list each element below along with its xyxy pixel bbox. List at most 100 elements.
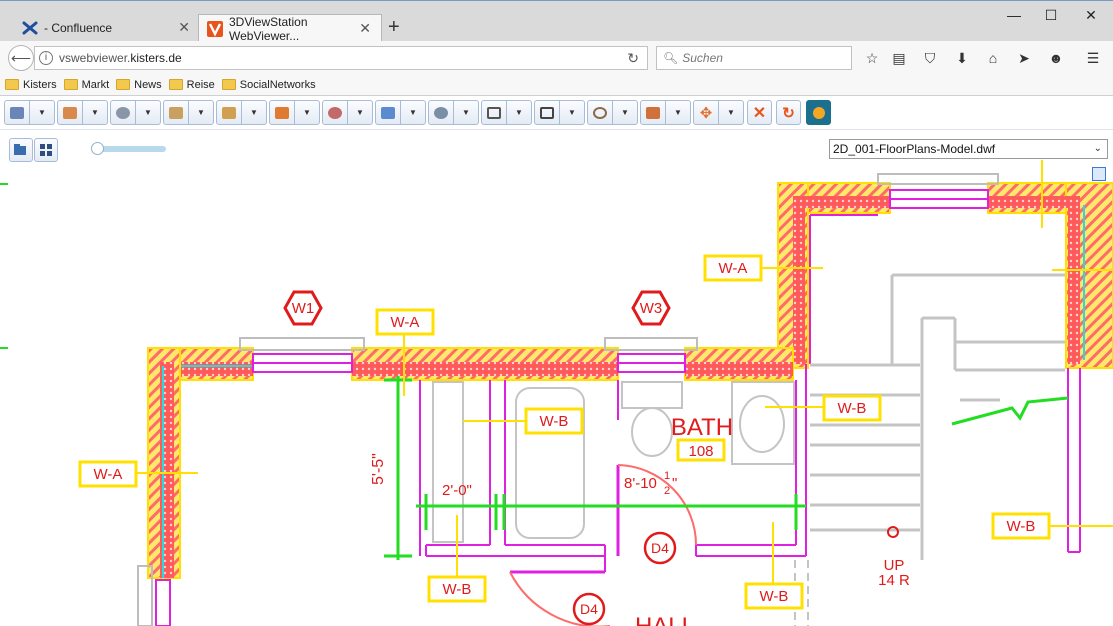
model-tree-icon[interactable] bbox=[58, 101, 83, 124]
transform-tool-group[interactable]: ▼ bbox=[322, 100, 373, 125]
info-icon[interactable]: i bbox=[39, 51, 53, 65]
dropdown-arrow-icon[interactable]: ▼ bbox=[348, 101, 372, 124]
transparency-slider[interactable] bbox=[96, 146, 166, 152]
axis-icon[interactable] bbox=[376, 101, 401, 124]
send-icon[interactable]: ➤ bbox=[1015, 49, 1033, 67]
new-tab-button[interactable]: + bbox=[388, 17, 400, 37]
download-icon[interactable]: ⬇ bbox=[953, 49, 971, 67]
file-select[interactable]: 2D_001-FloorPlans-Model.dwf ⌄ bbox=[829, 139, 1108, 159]
confluence-icon bbox=[22, 20, 38, 36]
render-mode-icon[interactable] bbox=[535, 101, 560, 124]
navigation-bar: ⟵ i vswebviewer. kisters.de ↻ 🔍︎ Suchen ☆… bbox=[0, 41, 1113, 74]
transform-icon[interactable] bbox=[323, 101, 348, 124]
material-tool-group[interactable]: ▼ bbox=[640, 100, 691, 125]
menu-icon[interactable]: ☰ bbox=[1084, 49, 1102, 67]
move-icon[interactable]: ✥ bbox=[694, 101, 719, 124]
bookmark-label: Markt bbox=[81, 78, 110, 91]
dropdown-arrow-icon[interactable]: ▼ bbox=[560, 101, 584, 124]
emoji-icon[interactable]: ☻ bbox=[1047, 49, 1065, 67]
bookmark-socialnetworks[interactable]: SocialNetworks bbox=[221, 78, 316, 91]
axis-tool-group[interactable]: ▼ bbox=[375, 100, 426, 125]
svg-text:2: 2 bbox=[664, 485, 670, 497]
section-icon[interactable] bbox=[270, 101, 295, 124]
measure-tool-group[interactable]: ▼ bbox=[216, 100, 267, 125]
camera-tool-group[interactable]: ▼ bbox=[110, 100, 161, 125]
label-wb1: W-B bbox=[540, 413, 569, 430]
bookmark-label: Reise bbox=[186, 78, 215, 91]
zoom-icon[interactable] bbox=[429, 101, 454, 124]
dropdown-arrow-icon[interactable]: ▼ bbox=[401, 101, 425, 124]
measure-icon[interactable] bbox=[217, 101, 242, 124]
dropdown-arrow-icon[interactable]: ▼ bbox=[242, 101, 266, 124]
grid-view-button[interactable] bbox=[34, 138, 58, 162]
markup-icon[interactable] bbox=[588, 101, 613, 124]
dropdown-arrow-icon[interactable]: ▼ bbox=[136, 101, 160, 124]
bookmark-kisters[interactable]: Kisters bbox=[5, 79, 57, 91]
dropdown-arrow-icon[interactable]: ▼ bbox=[666, 101, 690, 124]
bookmark-star-icon[interactable]: ☆ bbox=[863, 49, 881, 67]
dropdown-arrow-icon[interactable]: ▼ bbox=[507, 101, 531, 124]
reload-icon[interactable]: ↻ bbox=[627, 50, 639, 67]
reset-icon[interactable]: ↻ bbox=[776, 100, 801, 125]
markup-tool-group[interactable]: ▼ bbox=[587, 100, 638, 125]
label-wa1: W-A bbox=[94, 466, 123, 483]
viewer-toolbar: ▼ ▼ ▼ ▼ ▼ ▼ ▼ ▼ ▼ ▼ ▼ ▼ ▼ ✥ ▼ ✕ ↻ bbox=[0, 96, 1113, 130]
tab-label: - Confluence bbox=[44, 21, 113, 35]
views-tool-group[interactable]: ▼ bbox=[163, 100, 214, 125]
close-tab-icon[interactable]: ✕ bbox=[359, 20, 371, 37]
back-button[interactable]: ⟵ bbox=[8, 45, 34, 71]
bookmark-news[interactable]: News bbox=[116, 79, 162, 91]
box-view-icon[interactable] bbox=[482, 101, 507, 124]
model-tree-tool-group[interactable]: ▼ bbox=[57, 100, 108, 125]
dim-8ft-label: 8'-10 1 2 " bbox=[624, 470, 677, 497]
address-bar[interactable]: i vswebviewer. kisters.de ↻ bbox=[34, 46, 648, 70]
viewstation-icon bbox=[207, 20, 223, 37]
maximize-icon[interactable]: ☐ bbox=[1041, 7, 1061, 24]
bookmark-reise[interactable]: Reise bbox=[168, 78, 215, 91]
dropdown-arrow-icon[interactable]: ▼ bbox=[295, 101, 319, 124]
reader-view-icon[interactable]: ▤ bbox=[890, 49, 908, 67]
tab-viewstation[interactable]: 3DViewStation WebViewer... ✕ bbox=[198, 14, 382, 43]
selection-tool-icon[interactable] bbox=[5, 101, 30, 124]
dropdown-arrow-icon[interactable]: ▼ bbox=[719, 101, 743, 124]
move-tool-group[interactable]: ✥ ▼ bbox=[693, 100, 744, 125]
render-mode-tool-group[interactable]: ▼ bbox=[534, 100, 585, 125]
label-w1: W1 bbox=[292, 300, 315, 317]
bookmark-label: Kisters bbox=[23, 78, 57, 91]
tab-confluence[interactable]: - Confluence ✕ bbox=[8, 14, 200, 42]
views-icon[interactable] bbox=[164, 101, 189, 124]
selection-tool-group[interactable]: ▼ bbox=[4, 100, 55, 125]
floor-plan-drawing[interactable]: W-A W-A W-A W-B W-B W-B W-B W-B W1 W3 BA… bbox=[0, 131, 1113, 626]
dropdown-arrow-icon[interactable]: ▼ bbox=[613, 101, 637, 124]
svg-text:8'-10: 8'-10 bbox=[624, 475, 657, 492]
dropdown-arrow-icon[interactable]: ▼ bbox=[454, 101, 478, 124]
dropdown-arrow-icon[interactable]: ▼ bbox=[83, 101, 107, 124]
drawing-viewport[interactable]: W-A W-A W-A W-B W-B W-B W-B W-B W1 W3 BA… bbox=[0, 131, 1113, 626]
door-tag-d4: D4 bbox=[580, 601, 598, 617]
pocket-icon[interactable]: ⛉ bbox=[921, 49, 939, 67]
viewcube-corner-icon[interactable] bbox=[1092, 167, 1106, 181]
svg-text:1: 1 bbox=[664, 470, 670, 482]
bookmark-markt[interactable]: Markt bbox=[63, 78, 110, 91]
label-wb4: W-B bbox=[760, 588, 789, 605]
zoom-tool-group[interactable]: ▼ bbox=[428, 100, 479, 125]
close-tab-icon[interactable]: ✕ bbox=[178, 19, 190, 36]
home-icon[interactable]: ⌂ bbox=[984, 49, 1002, 67]
slider-handle[interactable] bbox=[91, 142, 104, 155]
tab-strip: - Confluence ✕ 3DViewStation WebViewer..… bbox=[0, 0, 1113, 43]
minimize-icon[interactable]: — bbox=[1004, 7, 1024, 23]
dropdown-arrow-icon[interactable]: ▼ bbox=[189, 101, 213, 124]
search-input[interactable]: 🔍︎ Suchen bbox=[656, 46, 852, 70]
box-view-tool-group[interactable]: ▼ bbox=[481, 100, 532, 125]
close-window-icon[interactable]: ✕ bbox=[1081, 7, 1101, 24]
camera-icon[interactable] bbox=[111, 101, 136, 124]
bookmark-label: SocialNetworks bbox=[239, 78, 316, 91]
chevron-down-icon: ⌄ bbox=[1093, 143, 1102, 154]
viewstation-logo-icon[interactable] bbox=[806, 100, 831, 125]
section-tool-group[interactable]: ▼ bbox=[269, 100, 320, 125]
folder-icon bbox=[116, 79, 131, 90]
folder-open-button[interactable] bbox=[9, 138, 33, 162]
close-x-icon[interactable]: ✕ bbox=[747, 100, 772, 125]
material-icon[interactable] bbox=[641, 101, 666, 124]
dropdown-arrow-icon[interactable]: ▼ bbox=[30, 101, 54, 124]
